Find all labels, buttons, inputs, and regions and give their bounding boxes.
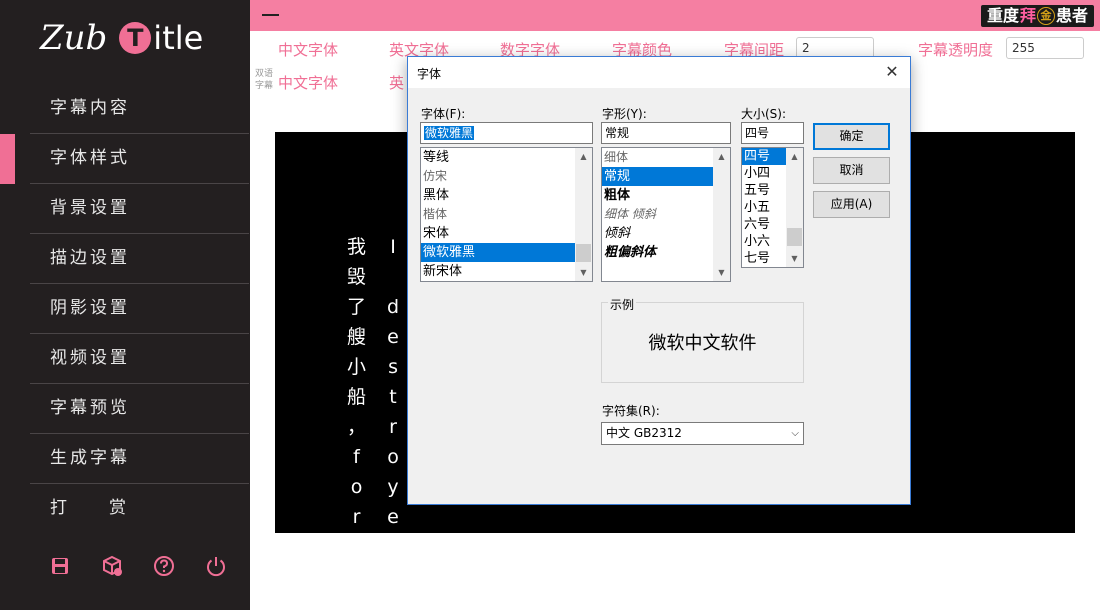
- preview-char: f: [353, 446, 360, 468]
- sample-preview-box: 微软中文软件: [601, 302, 804, 383]
- preview-char: 毁: [347, 266, 367, 288]
- logo-t-circle: T: [119, 22, 152, 54]
- logo-part2: itle: [153, 19, 204, 57]
- sidebar-item-font-style[interactable]: 字体样式: [0, 134, 249, 184]
- font-dialog: 字体 ✕ 字体(F): 微软雅黑 等线 仿宋 黑体 楷体 宋体 微软雅黑 新宋体…: [407, 56, 911, 505]
- bilingual-english-font-option[interactable]: 英: [389, 72, 404, 93]
- bilingual-subtitle-label: 双语字幕: [254, 69, 273, 91]
- sidebar-item-subtitle-preview[interactable]: 字幕预览: [30, 384, 249, 434]
- app-logo: Zub T itle: [40, 14, 203, 62]
- power-icon[interactable]: [204, 554, 228, 578]
- font-style-list[interactable]: 细体 常规 粗体 细体 倾斜 倾斜 粗偏斜体 ▲ ▼: [601, 147, 731, 282]
- help-icon[interactable]: [152, 554, 176, 578]
- scroll-down-icon[interactable]: ▼: [713, 264, 730, 281]
- preview-char: y: [387, 476, 399, 498]
- preview-char: d: [387, 532, 399, 533]
- sample-text: 微软中文软件: [648, 333, 757, 354]
- preview-text-column-en: Idestroyed: [387, 232, 399, 533]
- brand-badge: 重度 拜 金 患者: [980, 5, 1094, 27]
- preview-char: o: [350, 476, 363, 498]
- preview-char: I: [390, 236, 396, 258]
- list-item[interactable]: 宋体: [421, 224, 592, 243]
- font-size-input[interactable]: 四号: [741, 122, 804, 144]
- close-icon[interactable]: ✕: [882, 62, 902, 82]
- charset-select[interactable]: 中文 GB2312 ⌵: [601, 422, 804, 445]
- chinese-font-option[interactable]: 中文字体: [278, 39, 338, 60]
- bottom-toolbar: [48, 554, 228, 578]
- font-family-input[interactable]: 微软雅黑: [420, 122, 593, 144]
- minimize-icon[interactable]: [262, 14, 279, 16]
- list-item[interactable]: 新宋体: [421, 262, 592, 281]
- list-item[interactable]: 常规: [602, 167, 730, 186]
- dialog-titlebar: 字体 ✕: [408, 57, 910, 88]
- preview-char: d: [387, 296, 400, 318]
- preview-char: 小: [347, 356, 367, 378]
- sidebar-item-background-settings[interactable]: 背景设置: [30, 184, 249, 234]
- chevron-down-icon: ⌵: [791, 428, 799, 439]
- bilingual-chinese-font-option[interactable]: 中文字体: [278, 72, 338, 93]
- list-item[interactable]: 粗偏斜体: [602, 243, 730, 262]
- scroll-up-icon[interactable]: ▲: [786, 148, 803, 165]
- font-size-label: 大小(S):: [741, 107, 787, 121]
- preview-char: ，: [347, 416, 367, 438]
- list-item[interactable]: 楷体: [421, 205, 592, 224]
- preview-char: 了: [347, 296, 367, 318]
- preview-char: r: [352, 506, 361, 528]
- scroll-down-icon[interactable]: ▼: [575, 264, 592, 281]
- cancel-button[interactable]: 取消: [813, 157, 890, 184]
- apply-button[interactable]: 应用(A): [813, 191, 890, 218]
- preview-char: t: [389, 386, 397, 408]
- preview-char: e: [351, 532, 363, 533]
- font-list-scrollbar[interactable]: ▲ ▼: [575, 148, 592, 281]
- sidebar-item-video-settings[interactable]: 视频设置: [30, 334, 249, 384]
- preview-char: s: [388, 356, 398, 378]
- size-list-scrollbar[interactable]: ▲ ▼: [786, 148, 803, 267]
- list-item[interactable]: 细体 倾斜: [602, 205, 730, 224]
- preview-char: e: [387, 326, 399, 348]
- font-style-input[interactable]: 常规: [601, 122, 731, 144]
- scroll-thumb[interactable]: [787, 228, 802, 246]
- sidebar-item-generate-subtitle[interactable]: 生成字幕: [30, 434, 249, 484]
- list-item[interactable]: 四号: [742, 148, 787, 165]
- list-item[interactable]: 细体: [602, 148, 730, 167]
- preview-char: 船: [347, 386, 367, 408]
- sidebar: Zub T itle 字幕内容 字体样式 背景设置 描边设置 阴影设置 视频设置…: [0, 0, 250, 610]
- sidebar-item-stroke-settings[interactable]: 描边设置: [30, 234, 249, 284]
- list-item[interactable]: 微软雅黑: [421, 243, 592, 262]
- scroll-up-icon[interactable]: ▲: [575, 148, 592, 165]
- list-item[interactable]: 粗体: [602, 186, 730, 205]
- subtitle-opacity-input[interactable]: 255: [1006, 37, 1084, 59]
- font-family-list[interactable]: 等线 仿宋 黑体 楷体 宋体 微软雅黑 新宋体 ▲ ▼: [420, 147, 593, 282]
- preview-text-column-cn: 我毁了艘小船 ， for e: [347, 232, 366, 533]
- sidebar-item-donate[interactable]: 打赏: [30, 484, 249, 534]
- preview-char: e: [387, 506, 399, 528]
- font-size-list[interactable]: 四号 小四 五号 小五 六号 小六 七号 ▲ ▼: [741, 147, 804, 268]
- title-bar: 重度 拜 金 患者: [250, 0, 1100, 31]
- preview-char: r: [389, 416, 397, 438]
- ok-button[interactable]: 确定: [813, 123, 890, 150]
- scroll-up-icon[interactable]: ▲: [713, 148, 730, 165]
- cube-icon[interactable]: [100, 554, 124, 578]
- list-item[interactable]: 倾斜: [602, 224, 730, 243]
- scroll-thumb[interactable]: [576, 244, 591, 262]
- preview-char: 我: [347, 236, 367, 258]
- list-item[interactable]: 等线: [421, 148, 592, 167]
- dialog-title: 字体: [417, 67, 442, 81]
- subtitle-opacity-label: 字幕透明度: [918, 41, 994, 59]
- sample-label: 示例: [608, 296, 637, 313]
- sidebar-item-shadow-settings[interactable]: 阴影设置: [30, 284, 249, 334]
- sidebar-item-subtitle-content[interactable]: 字幕内容: [30, 84, 249, 134]
- font-family-label: 字体(F):: [421, 107, 466, 121]
- style-list-scrollbar[interactable]: ▲ ▼: [713, 148, 730, 281]
- preview-char: 艘: [347, 326, 367, 348]
- preview-char: o: [387, 446, 399, 468]
- sidebar-nav: 字幕内容 字体样式 背景设置 描边设置 阴影设置 视频设置 字幕预览 生成字幕 …: [0, 84, 250, 534]
- font-style-label: 字形(Y):: [602, 107, 647, 121]
- scroll-down-icon[interactable]: ▼: [786, 250, 803, 267]
- save-icon[interactable]: [48, 554, 72, 578]
- list-item[interactable]: 仿宋: [421, 167, 592, 186]
- charset-label: 字符集(R):: [602, 404, 660, 418]
- list-item[interactable]: 黑体: [421, 186, 592, 205]
- logo-part1: Zub: [40, 18, 108, 58]
